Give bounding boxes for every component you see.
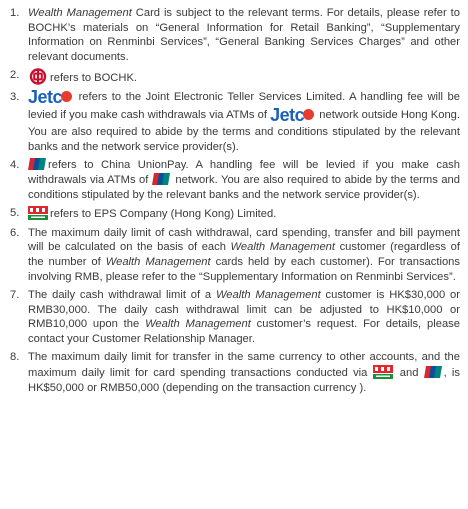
jetco-dot-icon <box>61 90 73 102</box>
unionpay-logo-icon <box>151 172 170 185</box>
eps-logo-icon <box>372 365 393 380</box>
jetco-dot-icon <box>303 108 315 120</box>
eps-logo-icon <box>28 206 48 221</box>
note-number: 5. <box>10 207 20 220</box>
unionpay-logo-icon <box>28 158 46 171</box>
boc-logo-icon <box>29 68 47 86</box>
jetco-logo: Jetc <box>270 106 315 126</box>
note-number: 2. <box>10 69 20 82</box>
note-1: 1. Wealth Management Card is subject to … <box>8 6 460 64</box>
note-5: 5. refers to EPS Company (Hong Kong) Lim… <box>8 206 460 222</box>
notes-list: 1. Wealth Management Card is subject to … <box>8 6 460 395</box>
note-text: The maximum daily limit of cash withdraw… <box>28 226 461 283</box>
terms-notes: 1. Wealth Management Card is subject to … <box>0 0 468 509</box>
note-number: 6. <box>10 226 20 239</box>
note-number: 8. <box>10 351 20 364</box>
note-text: refers to China UnionPay. A handling fee… <box>28 158 460 201</box>
note-text: The maximum daily limit for transfer in … <box>28 351 461 394</box>
unionpay-logo-icon <box>423 366 442 379</box>
jetco-logo: Jetc <box>28 88 73 108</box>
note-text: refers to BOCHK. <box>28 68 460 86</box>
note-6: 6. The maximum daily limit of cash withd… <box>8 226 460 284</box>
note-number: 1. <box>10 7 20 19</box>
note-7: 7. The daily cash withdrawal limit of a … <box>8 288 460 346</box>
note-text: Jetc refers to the Joint Electronic Tell… <box>28 86 460 153</box>
note-4: 4. refers to China UnionPay. A handling … <box>8 158 460 202</box>
note-text: refers to EPS Company (Hong Kong) Limite… <box>28 206 460 222</box>
note-2: 2. refers to BOCHK. <box>8 68 460 86</box>
note-3: 3. Jetc refers to the Joint Electronic T… <box>8 86 460 154</box>
note-text: The daily cash withdrawal limit of a Wea… <box>28 289 460 345</box>
note-number: 4. <box>10 159 20 172</box>
note-number: 3. <box>10 90 20 103</box>
note-8: 8. The maximum daily limit for transfer … <box>8 350 460 395</box>
note-number: 7. <box>10 289 20 302</box>
note-text: Wealth Management Card is subject to the… <box>28 7 460 63</box>
